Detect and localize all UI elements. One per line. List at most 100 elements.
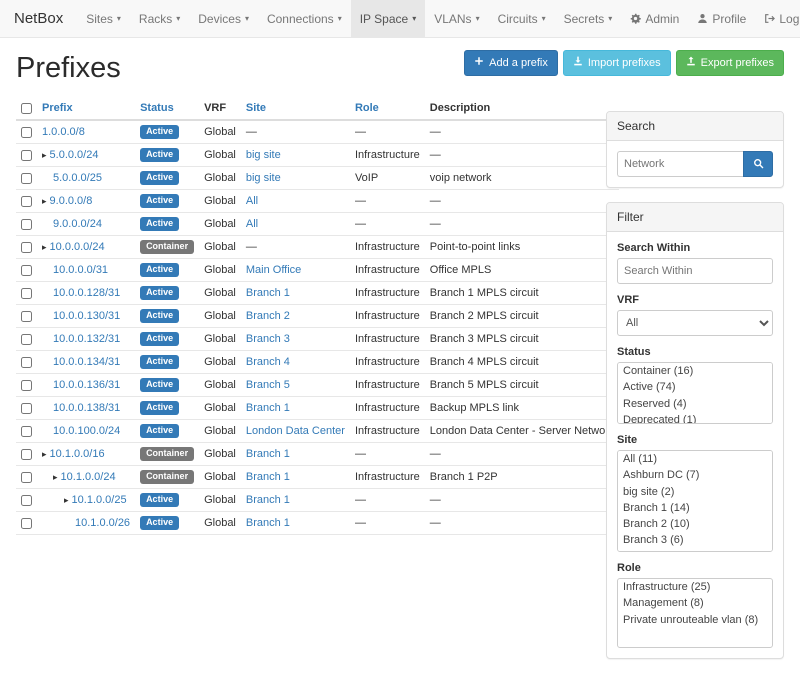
listbox-option[interactable]: Branch 3 (6) [618,532,772,548]
navbar-brand[interactable]: NetBox [0,0,77,37]
row-checkbox[interactable] [21,449,32,460]
listbox-option[interactable]: Branch 1 (14) [618,500,772,516]
select-all-checkbox[interactable] [21,103,32,114]
expand-arrow-icon[interactable]: ▸ [42,449,47,459]
row-checkbox[interactable] [21,196,32,207]
column-sort-link[interactable]: Role [355,102,379,114]
listbox-option[interactable]: big site (2) [618,484,772,500]
add-a-prefix-button[interactable]: Add a prefix [464,50,558,76]
site-link[interactable]: Main Office [246,264,301,276]
prefix-link[interactable]: 10.0.0.130/31 [53,310,120,322]
role-listbox[interactable]: Infrastructure (25)Management (8)Private… [617,578,773,648]
row-checkbox[interactable] [21,518,32,529]
row-checkbox[interactable] [21,495,32,506]
listbox-option[interactable]: Private unrouteable vlan (8) [618,612,772,628]
expand-arrow-icon[interactable]: ▸ [42,242,47,252]
row-checkbox[interactable] [21,265,32,276]
prefix-link[interactable]: 10.0.0.132/31 [53,333,120,345]
expand-arrow-icon[interactable]: ▸ [42,196,47,206]
prefix-link[interactable]: 9.0.0.0/8 [50,195,93,207]
prefix-link[interactable]: 10.0.0.134/31 [53,356,120,368]
prefix-link[interactable]: 10.0.0.0/24 [50,241,105,253]
prefix-link[interactable]: 5.0.0.0/25 [53,172,102,184]
listbox-option[interactable]: All (11) [618,451,772,467]
listbox-option[interactable]: Branch 4 (12) [618,549,772,552]
listbox-option[interactable]: Reserved (4) [618,396,772,412]
listbox-option[interactable]: Management (8) [618,595,772,611]
site-link[interactable]: All [246,218,258,230]
column-sort-link[interactable]: Site [246,102,266,114]
row-checkbox[interactable] [21,357,32,368]
site-link[interactable]: Branch 1 [246,517,290,529]
nav-item-vlans[interactable]: VLANs▾ [425,0,488,37]
prefix-link[interactable]: 10.0.0.0/31 [53,264,108,276]
prefix-link[interactable]: 10.0.0.136/31 [53,379,120,391]
row-checkbox[interactable] [21,403,32,414]
row-checkbox[interactable] [21,173,32,184]
export-prefixes-button[interactable]: Export prefixes [676,50,784,76]
row-checkbox[interactable] [21,127,32,138]
row-checkbox[interactable] [21,288,32,299]
nav-item-log-out[interactable]: Log out [755,0,800,37]
prefix-link[interactable]: 1.0.0.0/8 [42,126,85,138]
nav-item-devices[interactable]: Devices▾ [189,0,258,37]
search-within-input[interactable] [617,258,773,284]
listbox-option[interactable]: Container (16) [618,363,772,379]
column-sort-link[interactable]: Prefix [42,102,73,114]
prefix-link[interactable]: 10.1.0.0/26 [75,517,130,529]
row-checkbox[interactable] [21,472,32,483]
row-checkbox[interactable] [21,311,32,322]
site-link[interactable]: Branch 1 [246,287,290,299]
status-listbox[interactable]: Container (16)Active (74)Reserved (4)Dep… [617,362,773,424]
vrf-select[interactable]: All [617,310,773,336]
nav-item-admin[interactable]: Admin [621,0,688,37]
site-link[interactable]: All [246,195,258,207]
site-listbox[interactable]: All (11)Ashburn DC (7)big site (2)Branch… [617,450,773,552]
row-checkbox[interactable] [21,242,32,253]
site-link[interactable]: Branch 2 [246,310,290,322]
prefix-link[interactable]: 10.0.100.0/24 [53,425,120,437]
site-link[interactable]: London Data Center [246,425,345,437]
row-checkbox[interactable] [21,334,32,345]
row-checkbox[interactable] [21,380,32,391]
nav-item-profile[interactable]: Profile [688,0,755,37]
listbox-option[interactable]: Infrastructure (25) [618,579,772,595]
site-link[interactable]: Branch 1 [246,471,290,483]
prefix-link[interactable]: 10.0.0.138/31 [53,402,120,414]
site-link[interactable]: big site [246,172,281,184]
vrf-cell: Global [199,236,241,259]
prefix-link[interactable]: 10.1.0.0/24 [61,471,116,483]
listbox-option[interactable]: Branch 2 (10) [618,516,772,532]
listbox-option[interactable]: Ashburn DC (7) [618,467,772,483]
import-prefixes-button[interactable]: Import prefixes [563,50,671,76]
prefix-link[interactable]: 5.0.0.0/24 [50,149,99,161]
site-link[interactable]: big site [246,149,281,161]
listbox-option[interactable]: Active (74) [618,379,772,395]
nav-item-secrets[interactable]: Secrets▾ [555,0,622,37]
column-sort-link[interactable]: Status [140,102,174,114]
nav-item-connections[interactable]: Connections▾ [258,0,351,37]
site-link[interactable]: Branch 1 [246,402,290,414]
row-checkbox[interactable] [21,219,32,230]
site-link[interactable]: Branch 1 [246,448,290,460]
nav-item-ip-space[interactable]: IP Space▾ [351,0,426,37]
site-link[interactable]: Branch 1 [246,494,290,506]
nav-item-sites[interactable]: Sites▾ [77,0,130,37]
site-link[interactable]: Branch 4 [246,356,290,368]
expand-arrow-icon[interactable]: ▸ [42,150,47,160]
row-checkbox[interactable] [21,150,32,161]
prefix-link[interactable]: 10.1.0.0/16 [50,448,105,460]
search-button[interactable] [743,151,773,177]
expand-arrow-icon[interactable]: ▸ [64,495,69,505]
expand-arrow-icon[interactable]: ▸ [53,472,58,482]
prefix-link[interactable]: 10.0.0.128/31 [53,287,120,299]
listbox-option[interactable]: Deprecated (1) [618,412,772,424]
prefix-link[interactable]: 9.0.0.0/24 [53,218,102,230]
site-link[interactable]: Branch 3 [246,333,290,345]
site-link[interactable]: Branch 5 [246,379,290,391]
nav-item-racks[interactable]: Racks▾ [130,0,189,37]
row-checkbox[interactable] [21,426,32,437]
nav-item-circuits[interactable]: Circuits▾ [489,0,555,37]
prefix-link[interactable]: 10.1.0.0/25 [72,494,127,506]
search-input[interactable] [617,151,743,177]
